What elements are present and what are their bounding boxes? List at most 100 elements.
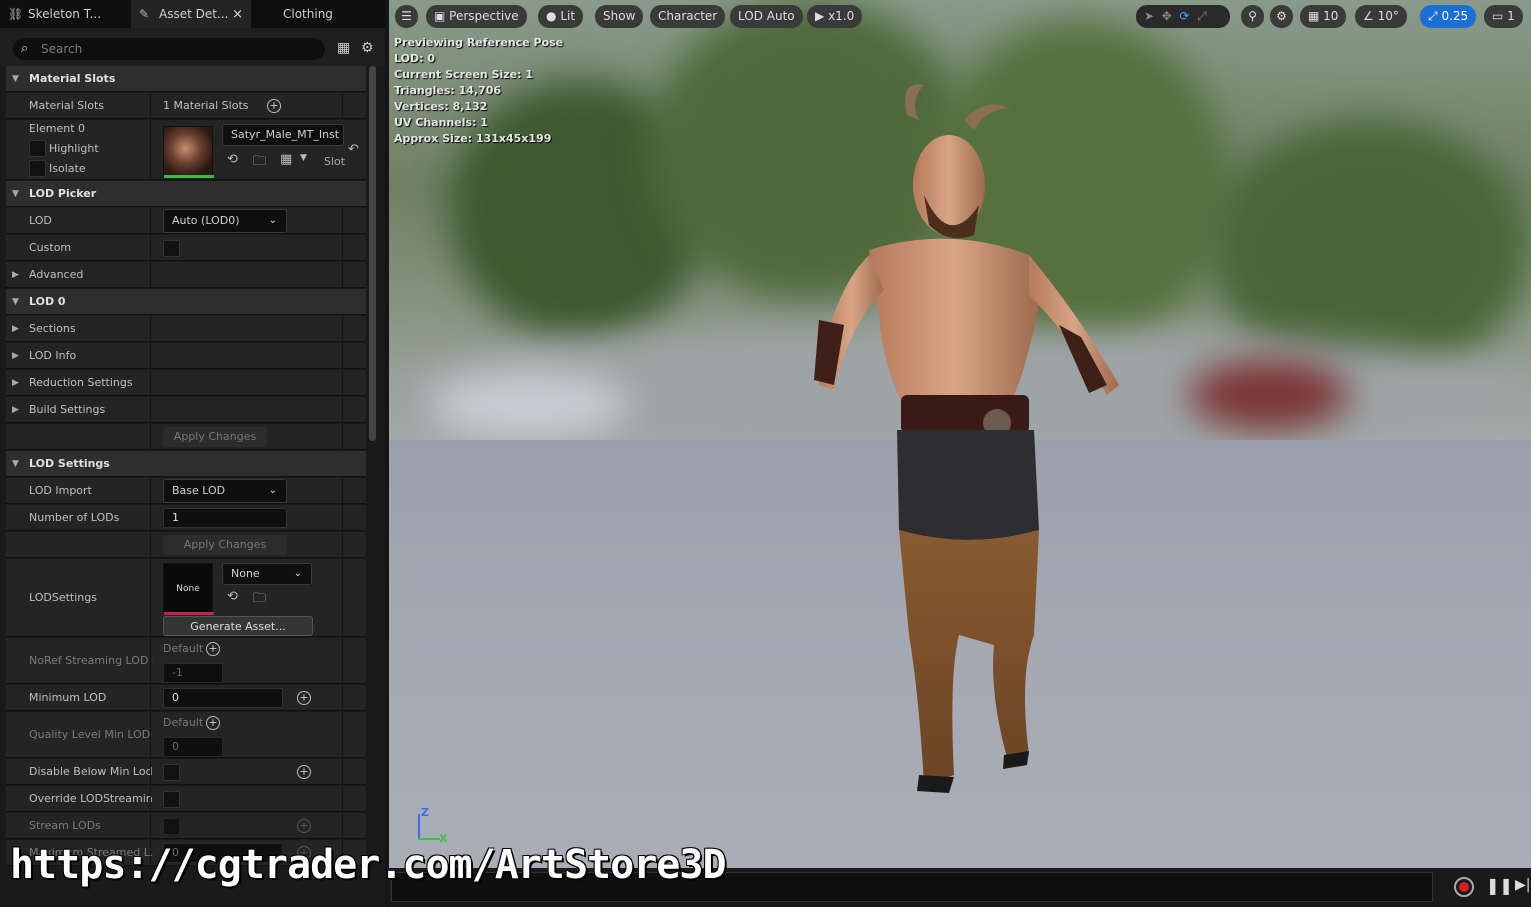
noref-row: NoRef Streaming LOD B Default + -1 bbox=[6, 638, 366, 684]
bone-icon[interactable]: ⚲ bbox=[1241, 5, 1264, 28]
close-icon[interactable]: × bbox=[232, 7, 243, 22]
add-material-slot-icon[interactable]: + bbox=[267, 99, 281, 113]
thumbnail-bar bbox=[164, 612, 214, 615]
quality-level-field[interactable]: 0 bbox=[163, 737, 223, 757]
lod-dropdown[interactable]: Auto (LOD0) ⌄ bbox=[163, 209, 287, 233]
stat-line: UV Channels: 1 bbox=[394, 116, 488, 129]
sphere-icon: ● bbox=[546, 9, 557, 23]
lod-import-dropdown[interactable]: Base LOD ⌄ bbox=[163, 479, 287, 503]
add-override-icon[interactable]: + bbox=[297, 819, 311, 833]
disable-below-checkbox[interactable] bbox=[163, 764, 180, 781]
material-thumbnail[interactable] bbox=[163, 126, 214, 178]
override-streaming-row: Override LODStreamin... bbox=[6, 786, 366, 812]
advanced-row[interactable]: ▶ Advanced bbox=[6, 262, 366, 288]
lod-auto-button[interactable]: LOD Auto bbox=[730, 5, 803, 28]
angle-icon: ∠ bbox=[1363, 9, 1374, 23]
stream-lods-row: Stream LODs + bbox=[6, 813, 366, 839]
scale-snap-icon: ⤢ bbox=[1428, 9, 1438, 23]
chevron-down-icon[interactable]: ▼ bbox=[300, 153, 307, 163]
tab-skeleton-tree[interactable]: ⛓ Skeleton T... bbox=[0, 0, 128, 28]
character-button[interactable]: Character bbox=[650, 5, 726, 28]
apply-changes-row-2: Apply Changes bbox=[6, 532, 366, 558]
search-icon: ⌕ bbox=[21, 41, 29, 56]
isolate-checkbox[interactable] bbox=[29, 160, 46, 177]
scale-icon[interactable]: ⤢ bbox=[1197, 9, 1207, 23]
tab-clothing[interactable]: Clothing bbox=[275, 0, 365, 28]
lod-info-row[interactable]: ▶ LOD Info bbox=[6, 343, 366, 369]
category-lod-0[interactable]: ▼ LOD 0 bbox=[6, 289, 366, 315]
build-settings-row[interactable]: ▶ Build Settings bbox=[6, 397, 366, 423]
scrollbar[interactable] bbox=[369, 66, 376, 441]
noref-field[interactable]: -1 bbox=[163, 663, 223, 683]
category-lod-settings[interactable]: ▼ LOD Settings bbox=[6, 451, 366, 477]
sections-row[interactable]: ▶ Sections bbox=[6, 316, 366, 342]
add-override-icon[interactable]: + bbox=[297, 691, 311, 705]
viewport[interactable]: ☰ ▣ Perspective ● Lit Show Character LOD… bbox=[389, 0, 1531, 907]
apply-changes-button-2[interactable]: Apply Changes bbox=[163, 535, 287, 555]
chevron-down-icon: ⌄ bbox=[293, 568, 302, 579]
tab-bar: ⛓ Skeleton T... ✎ Asset Det... × Clothin… bbox=[0, 0, 385, 28]
play-speed-button[interactable]: ▶ x1.0 bbox=[807, 5, 863, 28]
stream-lods-checkbox[interactable] bbox=[163, 818, 180, 835]
thumbnail-bar bbox=[164, 175, 214, 178]
generate-asset-button[interactable]: Generate Asset... bbox=[163, 616, 313, 636]
stat-line: Current Screen Size: 1 bbox=[394, 68, 534, 81]
play-icon: ▶ bbox=[815, 9, 825, 23]
chevron-down-icon: ▼ bbox=[12, 189, 19, 199]
apply-changes-button[interactable]: Apply Changes bbox=[163, 427, 267, 447]
add-override-icon[interactable]: + bbox=[297, 765, 311, 779]
category-material-slots[interactable]: ▼ Material Slots bbox=[6, 66, 366, 92]
property-list: ▼ Material Slots Material Slots 1 Materi… bbox=[6, 66, 366, 907]
scale-snap-button[interactable]: ⤢ 0.25 bbox=[1420, 5, 1477, 28]
override-streaming-checkbox[interactable] bbox=[163, 791, 180, 808]
move-icon[interactable]: ✥ bbox=[1162, 9, 1172, 23]
lit-button[interactable]: ● Lit bbox=[538, 5, 584, 28]
add-override-icon[interactable]: + bbox=[206, 642, 220, 656]
number-of-lods-field[interactable]: 1 bbox=[163, 508, 287, 528]
chevron-right-icon: ▶ bbox=[12, 378, 19, 388]
use-selected-icon[interactable]: ⟲ bbox=[227, 152, 238, 167]
category-lod-picker[interactable]: ▼ LOD Picker bbox=[6, 181, 366, 207]
rotate-icon[interactable]: ⟳ bbox=[1179, 9, 1189, 23]
search-input[interactable] bbox=[41, 40, 311, 58]
skeleton-icon: ⛓ bbox=[8, 7, 24, 21]
tab-asset-details[interactable]: ✎ Asset Det... × bbox=[131, 0, 251, 28]
show-button[interactable]: Show bbox=[595, 5, 644, 28]
grid-snap-button[interactable]: ▦ 10 bbox=[1300, 5, 1347, 28]
perspective-button[interactable]: ▣ Perspective bbox=[426, 5, 527, 28]
gear-icon[interactable]: ⚙ bbox=[361, 40, 374, 56]
number-of-lods-row: Number of LODs 1 bbox=[6, 505, 366, 531]
browse-icon[interactable]: 🗀 bbox=[253, 589, 266, 611]
chevron-right-icon: ▶ bbox=[12, 351, 19, 361]
angle-snap-button[interactable]: ∠ 10° bbox=[1355, 5, 1407, 28]
chevron-down-icon: ⌄ bbox=[268, 485, 277, 496]
lodsettings-thumbnail[interactable]: None bbox=[163, 563, 214, 615]
stat-line: Vertices: 8,132 bbox=[394, 100, 488, 113]
highlight-checkbox[interactable] bbox=[29, 140, 46, 157]
minimum-lod-field[interactable]: 0 bbox=[163, 688, 283, 708]
custom-checkbox[interactable] bbox=[163, 240, 180, 257]
stat-line: Triangles: 14,706 bbox=[394, 84, 502, 97]
material-slots-row: Material Slots 1 Material Slots + bbox=[6, 93, 366, 119]
reduction-settings-row[interactable]: ▶ Reduction Settings bbox=[6, 370, 366, 396]
chevron-right-icon: ▶ bbox=[12, 270, 19, 280]
pause-icon[interactable]: ❚❚ bbox=[1486, 876, 1513, 895]
select-icon[interactable]: ➤ bbox=[1144, 9, 1154, 23]
chevron-right-icon: ▶ bbox=[12, 405, 19, 415]
lodsettings-dropdown[interactable]: None ⌄ bbox=[222, 563, 312, 585]
table-view-icon[interactable]: ▦ bbox=[337, 40, 350, 56]
checker-icon[interactable]: ▦ bbox=[280, 152, 292, 167]
step-forward-icon[interactable]: ▶| bbox=[1515, 877, 1530, 893]
camera-icon: ▭ bbox=[1492, 9, 1504, 23]
menu-icon[interactable]: ☰ bbox=[395, 5, 418, 28]
gizmo-icon[interactable]: ⚙ bbox=[1270, 5, 1293, 28]
reset-arrow-icon[interactable]: ↶ bbox=[348, 142, 359, 157]
material-name-field[interactable]: Satyr_Male_MT_Inst bbox=[222, 124, 344, 146]
record-button[interactable] bbox=[1454, 877, 1474, 897]
browse-icon[interactable]: 🗀 bbox=[253, 152, 266, 174]
add-override-icon[interactable]: + bbox=[206, 716, 220, 730]
use-selected-icon[interactable]: ⟲ bbox=[227, 589, 238, 604]
disable-below-row: Disable Below Min Lod... + bbox=[6, 759, 366, 785]
camera-speed-button[interactable]: ▭ 1 bbox=[1484, 5, 1523, 28]
transform-tools-group: ➤ ✥ ⟳ ⤢ bbox=[1136, 5, 1230, 28]
